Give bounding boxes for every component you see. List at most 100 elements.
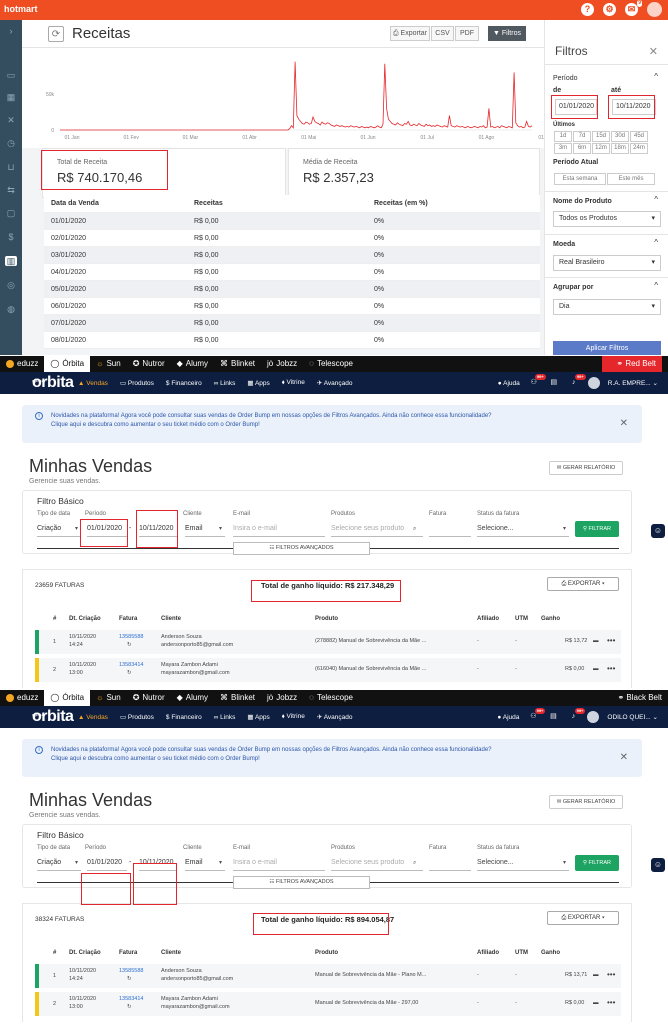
advanced-filters-button[interactable]: ☷ FILTROS AVANÇADOS (233, 876, 370, 889)
chat-icon[interactable]: ▤ (547, 712, 559, 722)
csv-button[interactable]: CSV (431, 26, 454, 41)
quick-period-45d[interactable]: 45d (630, 131, 648, 142)
chevron-up-icon[interactable]: ^ (654, 238, 658, 247)
quick-period-7d[interactable]: 7d (573, 131, 591, 142)
refresh-button[interactable]: ⟳ (48, 26, 64, 42)
tab-telescope[interactable]: ◌ Telescope (303, 690, 359, 706)
close-icon[interactable]: ✕ (620, 418, 628, 429)
from-date-input[interactable]: 01/01/2020 (555, 99, 597, 115)
this-month-button[interactable]: Este mês (607, 173, 655, 185)
settings-icon[interactable]: ⚙ (603, 3, 616, 16)
chat-widget-icon[interactable]: ☺ (651, 524, 665, 538)
apply-filters-button[interactable]: Aplicar Filtros (553, 341, 661, 355)
quick-period-24m[interactable]: 24m (630, 143, 648, 154)
col-date[interactable]: Data da Venda (44, 195, 194, 212)
users-icon[interactable]: ⚇ 99+ (528, 374, 546, 388)
export-button[interactable]: ⎙ EXPORTAR ▾ (547, 577, 619, 591)
close-icon[interactable]: ✕ (649, 45, 658, 58)
client-select[interactable]: Email ▾ (185, 855, 225, 871)
avatar[interactable] (647, 2, 662, 17)
avatar[interactable] (587, 377, 600, 389)
help-icon[interactable]: ? (581, 3, 594, 16)
chat-icon[interactable]: ▢ (5, 208, 17, 218)
money-icon[interactable]: $ (5, 232, 17, 242)
refresh-icon[interactable]: ↻ (127, 670, 132, 677)
to-date-input[interactable]: 10/11/2020 (139, 855, 177, 871)
quick-period-6m[interactable]: 6m (573, 143, 591, 154)
this-week-button[interactable]: Esta semana (554, 173, 606, 185)
products-input[interactable]: Selecione seus produto ⌕ (331, 521, 423, 537)
shield-icon[interactable]: ◍ (5, 304, 17, 314)
quick-period-18m[interactable]: 18m (611, 143, 629, 154)
client-select[interactable]: Email ▾ (185, 521, 225, 537)
cart-icon[interactable]: ⊔ (5, 162, 17, 172)
nav-produtos[interactable]: ▭ Produtos (120, 379, 154, 387)
globe-icon[interactable]: ◎ (5, 280, 17, 290)
email-input[interactable]: Insira o e-mail (233, 855, 325, 871)
chevron-up-icon[interactable]: ^ (654, 195, 658, 204)
filter-button[interactable]: ⚲ FILTRAR (575, 521, 619, 537)
quick-period-30d[interactable]: 30d (611, 131, 629, 142)
chevron-up-icon[interactable]: ^ (654, 72, 658, 81)
tab-jobzz[interactable]: jȯ Jobzz (261, 356, 303, 372)
alert-link[interactable]: Clique aqui e descubra como aumentar o s… (51, 421, 492, 430)
status-select[interactable]: Selecione... ▾ (477, 855, 569, 871)
pdf-button[interactable]: PDF (455, 26, 479, 41)
nav-financeiro[interactable]: $ Financeiro (166, 714, 202, 721)
from-date-input[interactable]: 01/01/2020 (87, 521, 127, 537)
belt-badge[interactable]: ⚭ Red Belt (602, 356, 662, 372)
more-icon[interactable]: ••• (607, 637, 615, 645)
row-invoice-link[interactable]: 13585588 (119, 634, 143, 641)
nav-vitrine[interactable]: ⬧ Vitrine (282, 713, 305, 721)
reports-icon[interactable]: ▥ (5, 256, 17, 266)
notifications-icon[interactable]: ✉ 9 (625, 0, 642, 16)
col-revenue[interactable]: Receitas (194, 195, 374, 212)
tab-eduzz[interactable]: eduzz (0, 690, 44, 706)
sales-icon[interactable]: ⇆ (5, 185, 17, 195)
nav-vitrine[interactable]: ⬧ Vitrine (282, 379, 305, 387)
expand-icon[interactable]: › (5, 26, 17, 36)
chevron-up-icon[interactable]: ^ (654, 281, 658, 290)
tab-blinket[interactable]: ⌘ Blinket (214, 356, 261, 372)
nav-avancado[interactable]: ✈ Avançado (317, 379, 353, 387)
table-row[interactable]: 2 10/11/2020 13:00 13583414 ↻ Mayara Zam… (35, 992, 621, 1016)
tab-nutror[interactable]: ✪ Nutror (127, 356, 171, 372)
chat-icon[interactable]: ▤ (548, 378, 560, 388)
avatar[interactable] (587, 711, 600, 723)
nav-financeiro[interactable]: $ Financeiro (166, 380, 202, 387)
email-input[interactable]: Insira o e-mail (233, 521, 325, 537)
help-link[interactable]: ● Ajuda (498, 380, 520, 387)
quick-period-15d[interactable]: 15d (592, 131, 610, 142)
tab-nutror[interactable]: ✪ Nutror (127, 690, 171, 706)
generate-report-button[interactable]: ✉ GERAR RELATÓRIO (549, 461, 623, 475)
nav-vendas[interactable]: ▲ Vendas (78, 714, 108, 721)
export-button[interactable]: ⎙ Exportar (390, 26, 430, 41)
nav-vendas[interactable]: ▲ Vendas (78, 380, 108, 387)
help-link[interactable]: ● Ajuda (497, 714, 519, 721)
dashboard-icon[interactable]: ▭ (5, 70, 17, 80)
refresh-icon[interactable]: ↻ (127, 1004, 132, 1011)
row-invoice-link[interactable]: 13583414 (119, 996, 143, 1003)
refresh-icon[interactable]: ↻ (127, 976, 132, 983)
row-invoice-link[interactable]: 13583414 (119, 662, 143, 669)
chat-widget-icon[interactable]: ☺ (651, 858, 665, 872)
orbita-logo[interactable]: myEduzz orbita (32, 374, 74, 392)
generate-report-button[interactable]: ✉ GERAR RELATÓRIO (549, 795, 623, 809)
group-by-select[interactable]: Dia (553, 299, 661, 315)
col-revenue-pct[interactable]: Receitas (em %) (374, 195, 540, 212)
user-menu[interactable]: ODILO QUEI... ⌄ (607, 713, 658, 721)
quick-period-3m[interactable]: 3m (554, 143, 572, 154)
belt-badge[interactable]: ⚭ Black Belt (617, 690, 662, 706)
invoice-input[interactable] (429, 521, 471, 537)
products-input[interactable]: Selecione seus produto ⌕ (331, 855, 423, 871)
nav-avancado[interactable]: ✈ Avançado (317, 713, 353, 721)
status-select[interactable]: Selecione... ▾ (477, 521, 569, 537)
to-date-input[interactable]: 10/11/2020 (139, 521, 177, 537)
from-date-input[interactable]: 01/01/2020 (87, 855, 127, 871)
nav-apps[interactable]: ▦ Apps (247, 713, 269, 721)
tab-sun[interactable]: ☼ Sun (90, 690, 127, 706)
nav-produtos[interactable]: ▭ Produtos (120, 713, 154, 721)
table-row[interactable]: 1 10/11/2020 14:24 13585588 ↻ Anderson S… (35, 964, 621, 988)
filter-button[interactable]: ⚲ FILTRAR (575, 855, 619, 871)
filters-button[interactable]: ▼ Filtros (488, 26, 526, 41)
